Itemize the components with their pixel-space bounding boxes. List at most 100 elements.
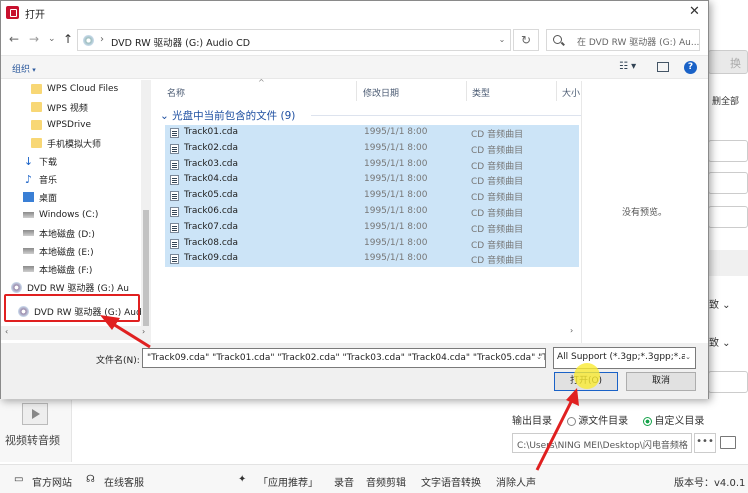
background-input-2[interactable] [708,172,748,194]
back-arrow-icon[interactable]: ← [9,32,19,46]
nav-item-4[interactable]: ↓ 下载 [23,153,57,169]
nav-item-1[interactable]: WPS 视频 [31,99,88,115]
organize-menu[interactable]: 组织 [12,62,36,75]
file-row[interactable]: Track03.cda 1995/1/1 8:00 CD 音频曲目 [165,156,579,173]
file-type: CD 音频曲目 [471,145,524,156]
open-folder-icon[interactable] [720,436,736,449]
recent-dropdown-icon[interactable]: ⌄ [48,34,56,44]
file-row[interactable]: Track02.cda 1995/1/1 8:00 CD 音频曲目 [165,140,579,157]
nav-item-3[interactable]: 手机模拟大师 [31,135,101,151]
file-type: CD 音频曲目 [471,177,524,188]
filename-dropdown-icon[interactable]: ⌄ [536,353,542,361]
download-icon: ↓ [23,154,34,168]
nav-item-label: 本地磁盘 (F:) [39,265,93,276]
nav-item-5[interactable]: ♪ 音乐 [23,171,57,187]
footer-link-audio-edit[interactable]: 音频剪辑 [366,474,406,489]
column-name[interactable]: 名称 [167,86,185,99]
browse-path-button[interactable]: ••• [694,433,716,453]
view-options-icon[interactable]: ☷ ▾ [619,61,636,72]
filetype-select[interactable]: All Support (*.3gp;*.3gpp;*.a ⌄ [553,347,696,369]
footer-link-vocal-remove[interactable]: 消除人声 [496,474,536,489]
file-date: 1995/1/1 8:00 [364,127,428,137]
filename-input[interactable]: "Track09.cda" "Track01.cda" "Track02.cda… [142,348,546,368]
file-row[interactable]: Track01.cda 1995/1/1 8:00 CD 音频曲目 [165,125,579,141]
nav-item-label: 手机模拟大师 [47,139,102,150]
file-type: CD 音频曲目 [471,224,524,235]
customer-service-link[interactable]: 在线客服 [104,474,144,489]
forward-arrow-icon[interactable]: → [29,32,39,46]
custom-dir-label: 自定义目录 [654,416,705,427]
output-path-field[interactable]: C:\Users\NING MEI\Desktop\闪电音频格 [512,433,692,453]
background-input-1[interactable] [708,140,748,162]
clear-all-button-partial[interactable]: 删全部 [712,94,739,107]
video-play-icon [22,403,48,425]
list-scroll-right-icon[interactable]: › [570,326,580,340]
format-select-1[interactable]: 致 ⌄ [709,296,731,311]
up-arrow-icon[interactable]: ↑ [63,32,73,46]
app-icon [6,6,19,19]
video-to-audio-label: 视频转音频 [5,434,60,447]
scroll-left-icon[interactable]: ‹ [5,327,8,336]
refresh-button[interactable]: ↻ [513,29,539,51]
file-row[interactable]: Track04.cda 1995/1/1 8:00 CD 音频曲目 [165,172,579,189]
nav-pane-scrollbar[interactable] [141,80,151,343]
dialog-titlebar: 打开 ✕ [1,1,708,25]
nav-item-label: 桌面 [39,193,58,204]
scroll-right-icon[interactable]: › [142,327,145,336]
file-group-header[interactable]: ⌄ 光盘中当前包含的文件 (9) [160,108,295,123]
file-type: CD 音频曲目 [471,256,524,267]
file-row[interactable]: Track08.cda 1995/1/1 8:00 CD 音频曲目 [165,235,579,252]
background-input-3[interactable] [708,206,748,228]
column-date[interactable]: 修改日期 [363,86,399,99]
address-dropdown-icon[interactable]: ⌄ [494,30,510,50]
nav-item-2[interactable]: WPSDrive [31,117,91,133]
file-name: Track02.cda [184,142,239,153]
file-type: CD 音频曲目 [471,130,524,140]
file-name: Track01.cda [184,127,239,137]
dialog-title: 打开 [25,10,45,21]
cancel-button[interactable]: 取消 [626,372,696,391]
nav-item-9[interactable]: 本地磁盘 (E:) [23,243,94,259]
cd-audio-file-icon [170,175,179,186]
preview-pane-icon[interactable] [657,62,669,72]
group-collapse-icon[interactable]: ⌄ [160,110,172,122]
file-row[interactable]: Track05.cda 1995/1/1 8:00 CD 音频曲目 [165,188,579,204]
file-row[interactable]: Track09.cda 1995/1/1 8:00 CD 音频曲目 [165,251,579,268]
custom-dir-radio[interactable] [643,416,653,426]
help-icon[interactable]: ? [684,61,697,74]
mouse-cursor-highlight [574,363,600,389]
nav-item-label: 本地磁盘 (E:) [39,247,94,258]
nav-horizontal-scrollbar[interactable]: ‹ › [1,326,151,340]
nav-item-11[interactable]: DVD RW 驱动器 (G:) Au [11,279,129,295]
cd-audio-file-icon [170,207,179,217]
file-row[interactable]: Track07.cda 1995/1/1 8:00 CD 音频曲目 [165,219,579,236]
nav-scroll-thumb[interactable] [143,210,149,330]
column-size[interactable]: 大小 [562,86,580,99]
file-row[interactable]: Track06.cda 1995/1/1 8:00 CD 音频曲目 [165,204,579,220]
no-preview-text: 没有预览。 [622,208,668,218]
footer-link-tts[interactable]: 文字语音转换 [421,474,481,489]
open-file-dialog: 打开 ✕ ← → ⌄ ↑ › DVD RW 驱动器 (G:) Audio CD … [0,0,709,399]
filetype-dropdown-icon[interactable]: ⌄ [685,353,691,361]
address-path[interactable]: DVD RW 驱动器 (G:) Audio CD [111,35,250,49]
file-list-header: 名称 ^ 修改日期 类型 大小 [156,78,580,103]
recommend-label: 「应用推荐」 [258,478,318,489]
nav-item-0[interactable]: WPS Cloud Files [31,81,118,97]
search-input[interactable]: 在 DVD RW 驱动器 (G:) Au... [546,29,700,51]
app-footer: ▭ 官方网站 ☊ 在线客服 ✦ 「应用推荐」 录音 音频剪辑 文字语音转换 消除… [0,464,748,493]
video-to-audio-nav[interactable]: 视频转音频 [0,400,72,462]
address-bar[interactable]: › DVD RW 驱动器 (G:) Audio CD ⌄ [77,29,511,51]
format-select-2[interactable]: 致 ⌄ [709,334,731,349]
close-button[interactable]: ✕ [689,4,700,19]
source-dir-radio[interactable] [567,416,577,426]
column-type[interactable]: 类型 [472,86,490,99]
background-stepper[interactable] [708,371,748,393]
website-link[interactable]: 官方网站 [32,474,72,489]
nav-item-7[interactable]: Windows (C:) [23,207,98,223]
nav-item-6[interactable]: 桌面 [23,189,57,205]
nav-item-10[interactable]: 本地磁盘 (F:) [23,261,92,277]
nav-item-8[interactable]: 本地磁盘 (D:) [23,225,95,241]
footer-link-record[interactable]: 录音 [334,474,354,489]
search-icon [553,35,562,44]
convert-button-partial[interactable]: 换 [708,50,748,74]
